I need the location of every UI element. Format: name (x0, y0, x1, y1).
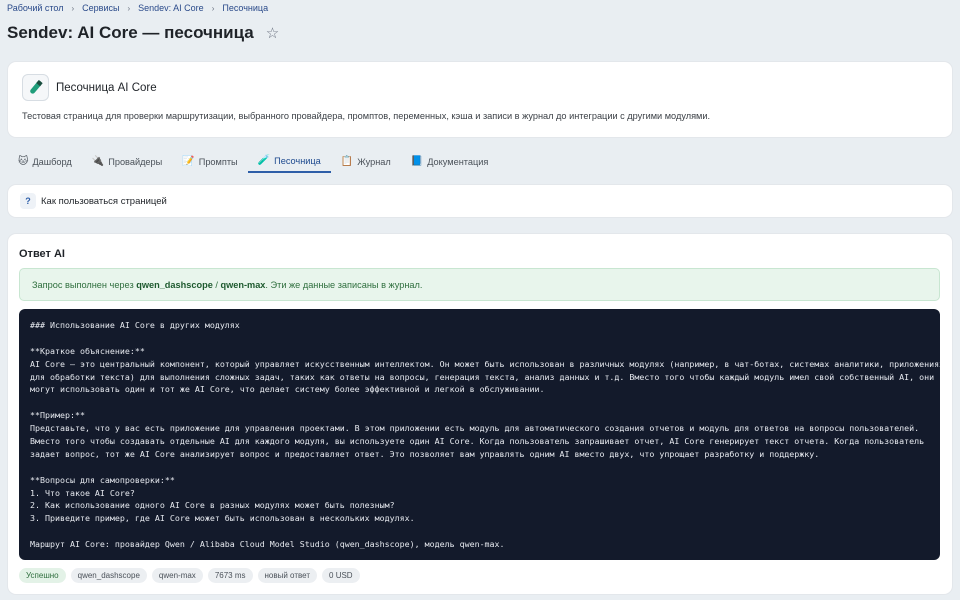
model-badge: qwen-max (151, 568, 203, 583)
tab-label: Документация (427, 156, 489, 167)
success-suffix: . Эти же данные записаны в журнал. (265, 280, 423, 290)
star-icon[interactable]: ☆ (266, 24, 279, 42)
page-title-text: Sendev: AI Core — песочница (7, 23, 254, 42)
cat-icon: 🐱 (18, 156, 29, 167)
tab-label: Промпты (198, 156, 238, 167)
test-tube-icon (22, 74, 49, 101)
clipboard-icon: 📋 (340, 156, 354, 167)
book-icon: 📘 (410, 156, 424, 167)
question-icon: ? (20, 193, 36, 209)
tab-documentation[interactable]: 📘 Документация (401, 150, 499, 173)
tab-providers[interactable]: 🔌 Провайдеры (82, 150, 172, 173)
meta-chips: Успешно qwen_dashscope qwen-max 7673 ms … (19, 568, 360, 583)
intro-title: Песочница AI Core (56, 82, 157, 94)
cache-status-badge: новый ответ (257, 568, 318, 583)
chevron-right-icon: › (71, 3, 75, 13)
tab-prompts[interactable]: 📝 Промпты (172, 150, 247, 173)
success-provider: qwen_dashscope (136, 280, 213, 290)
success-prefix: Запрос выполнен через (32, 280, 137, 290)
breadcrumb-desktop[interactable]: Рабочий стол (7, 3, 64, 13)
tab-label: Песочница (274, 155, 321, 166)
response-line: **Пример:** (30, 410, 85, 421)
plug-icon: 🔌 (91, 156, 105, 167)
tab-bar: 🐱 Дашборд 🔌 Провайдеры 📝 Промпты 🧪 Песоч… (8, 150, 498, 174)
chevron-right-icon: › (211, 3, 215, 13)
tab-label: Провайдеры (108, 156, 163, 167)
response-line (30, 525, 929, 538)
response-line (30, 461, 929, 474)
tab-sandbox[interactable]: 🧪 Песочница (247, 150, 331, 173)
latency-badge: 7673 ms (207, 568, 253, 583)
howto-expander[interactable]: ? Как пользоваться страницей (8, 185, 952, 217)
chevron-right-icon: › (127, 3, 131, 13)
success-alert: Запрос выполнен через qwen_dashscope / q… (19, 268, 940, 301)
response-line (30, 332, 929, 345)
breadcrumb: Рабочий стол › Сервисы › Sendev: AI Core… (7, 3, 268, 13)
answer-heading: Ответ AI (19, 248, 65, 260)
tab-journal[interactable]: 📋 Журнал (331, 150, 401, 173)
response-line: 2. Как использование одного AI Core в ра… (30, 500, 395, 511)
breadcrumb-current: Песочница (222, 3, 269, 13)
breadcrumb-ai-core[interactable]: Sendev: AI Core (138, 3, 204, 13)
response-line: ### Использование AI Core в других модул… (30, 320, 240, 330)
howto-label: Как пользоваться страницей (41, 196, 167, 207)
response-line: Маршрут AI Core: провайдер Qwen / Alibab… (30, 539, 505, 550)
response-line: 3. Приведите пример, где AI Core может б… (30, 513, 415, 524)
intro-description: Тестовая страница для проверки маршрутиз… (22, 111, 711, 121)
answer-card: Ответ AI Запрос выполнен через qwen_dash… (8, 234, 952, 594)
response-line: могут использовать один и тот же AI Core… (30, 384, 545, 395)
response-line: Представьте, что у вас есть приложение д… (30, 423, 920, 434)
response-line: для обработки текста) для выполнения сло… (30, 371, 935, 382)
tab-label: Дашборд (32, 156, 72, 167)
provider-badge: qwen_dashscope (70, 568, 147, 583)
memo-icon: 📝 (182, 156, 195, 167)
tab-label: Журнал (357, 156, 391, 167)
response-line: **Вопросы для самопроверки:** (30, 474, 175, 485)
page-title: Sendev: AI Core — песочница ☆ (7, 23, 279, 43)
test-tube-icon: 🧪 (257, 155, 271, 166)
response-line: задает вопрос, тот же AI Core анализируе… (30, 448, 820, 459)
cost-badge: 0 USD (322, 568, 360, 583)
tab-dashboard[interactable]: 🐱 Дашборд (8, 150, 82, 173)
status-badge: Успешно (19, 568, 66, 583)
breadcrumb-services[interactable]: Сервисы (82, 3, 119, 13)
response-line: 1. Что такое AI Core? (30, 487, 135, 498)
success-model: qwen-max (220, 280, 266, 290)
response-line (30, 396, 929, 409)
response-line: **Краткое объяснение:** (30, 345, 145, 356)
response-output: ### Использование AI Core в других модул… (19, 309, 940, 560)
intro-card: Песочница AI Core Тестовая страница для … (8, 62, 952, 137)
response-line: AI Core — это центральный компонент, кот… (30, 358, 940, 369)
response-line: Вместо того чтобы создавать отдельные AI… (30, 436, 925, 447)
